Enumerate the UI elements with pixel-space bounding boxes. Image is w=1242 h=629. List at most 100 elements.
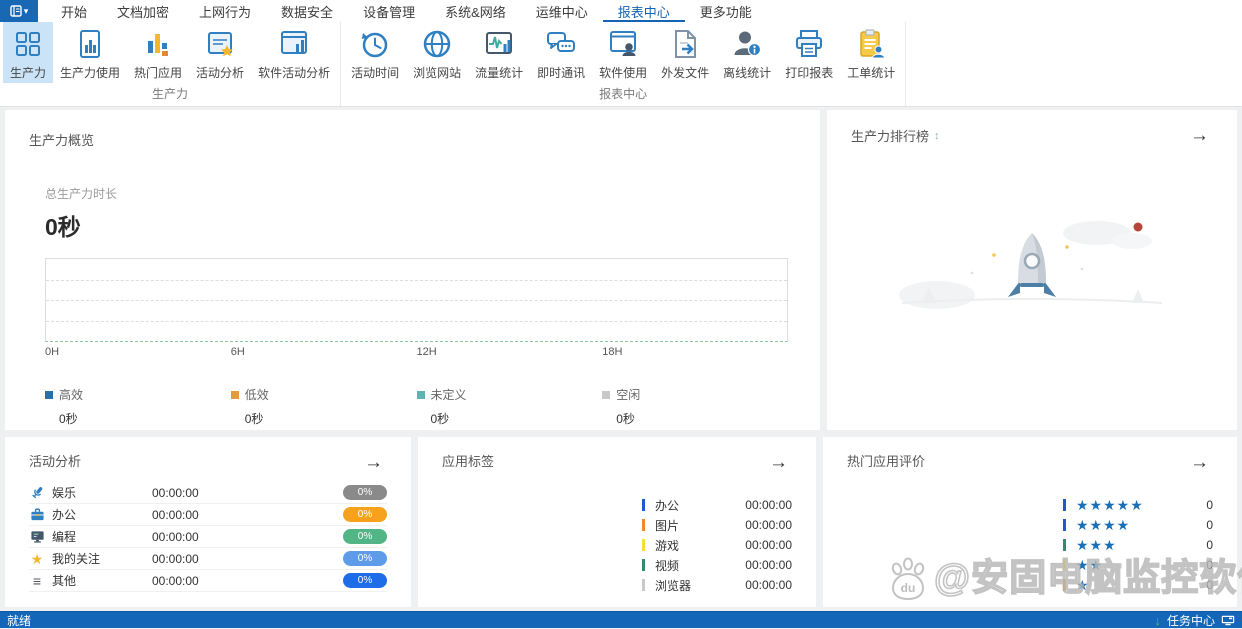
ribbon-group-label: 生产力 [152, 87, 189, 101]
task-center-button[interactable]: ↓ 任务中心 [1154, 612, 1235, 629]
ribbon-toolbar: 生产力 生产力使用 热门应用 活动分析 软件活动分析 生产力 活动时间 浏览网站… [0, 22, 1242, 107]
legend-item-idle[interactable]: 空闲 0秒 [602, 386, 788, 427]
ribbon-item-activity-analysis[interactable]: 活动分析 [189, 22, 251, 83]
rating-row-1-star[interactable]: ★ 0 [1063, 575, 1213, 595]
tag-label: 游戏 [655, 538, 680, 553]
menu-tab-web-behavior[interactable]: 上网行为 [184, 0, 266, 22]
monitor-code-icon [29, 529, 45, 545]
ribbon-item-productivity[interactable]: 生产力 [3, 22, 54, 83]
menu-tab-doc-encryption[interactable]: 文档加密 [102, 0, 184, 22]
five-star-icon: ★★★★★ [1076, 497, 1144, 513]
ribbon-item-productivity-usage[interactable]: 生产力使用 [53, 22, 127, 83]
ribbon-item-software-usage[interactable]: 软件使用 [592, 22, 654, 83]
activity-time: 00:00:00 [152, 485, 199, 500]
activity-percent-badge: 0% [343, 573, 387, 588]
ribbon-item-label: 外发文件 [661, 66, 710, 80]
legend-item-inefficient[interactable]: 低效 0秒 [230, 386, 417, 427]
task-center-label: 任务中心 [1166, 613, 1215, 628]
ribbon-item-label: 工单统计 [847, 66, 896, 80]
monitor-icon [1221, 615, 1235, 625]
printer-icon [792, 25, 826, 63]
ribbon-item-activity-time[interactable]: 活动时间 [344, 22, 406, 83]
menu-tab-start[interactable]: 开始 [46, 0, 102, 22]
activity-time: 00:00:00 [152, 551, 199, 566]
chart-gridline [46, 320, 787, 322]
grid-icon [11, 25, 45, 63]
tag-color-bar [642, 519, 645, 531]
legend-value: 0秒 [244, 412, 264, 426]
microphone-icon [29, 485, 45, 501]
rating-row-3-star[interactable]: ★★★ 0 [1063, 535, 1213, 555]
rating-row-5-star[interactable]: ★★★★★ 0 [1063, 495, 1213, 515]
legend-label: 高效 [59, 388, 84, 402]
sort-icon[interactable]: ↕ [934, 130, 940, 142]
rating-color-bar [1063, 559, 1066, 571]
activity-time: 00:00:00 [152, 573, 199, 588]
ribbon-item-browse-websites[interactable]: 浏览网站 [406, 22, 468, 83]
dashboard-content: 生产力概览 总生产力时长 0秒 0H 6H 12H 18H 高效 0秒 低效 0… [0, 107, 1242, 610]
rating-color-bar [1063, 499, 1066, 511]
empty-state-rocket-illustration [851, 203, 1213, 323]
menu-tabs: 开始 文档加密 上网行为 数据安全 设备管理 系统&网络 运维中心 报表中心 更… [46, 0, 767, 22]
app-menu-button[interactable]: ▾ [0, 0, 38, 22]
ribbon-item-work-order-stats[interactable]: 工单统计 [840, 22, 902, 83]
legend-item-efficient[interactable]: 高效 0秒 [45, 386, 231, 427]
legend-swatch [45, 390, 53, 399]
activity-row-programming: 编程 00:00:00 0% [29, 526, 387, 548]
x-tick: 18H [602, 346, 623, 358]
globe-icon [420, 25, 454, 63]
ribbon-group-productivity: 生产力 生产力使用 热门应用 活动分析 软件活动分析 生产力 [0, 22, 342, 106]
window-person-icon [606, 25, 640, 63]
tag-label: 办公 [655, 498, 680, 513]
activity-percent-badge: 0% [343, 551, 387, 566]
legend-item-undefined[interactable]: 未定义 0秒 [416, 386, 603, 427]
app-tag-row-pictures[interactable]: 图片 00:00:00 [642, 515, 792, 535]
ribbon-item-label: 生产力 [10, 66, 47, 80]
ribbon-item-offline-stats[interactable]: 离线统计 [716, 22, 778, 83]
open-activity-arrow-icon[interactable]: → [364, 453, 383, 472]
app-tag-row-office[interactable]: 办公 00:00:00 [642, 495, 792, 515]
productivity-ranking-panel: 生产力排行榜 ↕ → [827, 110, 1237, 430]
ribbon-item-outgoing-files[interactable]: 外发文件 [654, 22, 716, 83]
menu-tab-ops-center[interactable]: 运维中心 [521, 0, 603, 22]
total-productivity-value: 0秒 [45, 214, 81, 240]
menu-tab-system-network[interactable]: 系统&网络 [430, 0, 521, 22]
tag-time: 00:00:00 [745, 558, 792, 572]
app-tag-row-video[interactable]: 视频 00:00:00 [642, 555, 792, 575]
traffic-chart-icon [482, 25, 516, 63]
ribbon-item-instant-messaging[interactable]: 即时通讯 [530, 22, 592, 83]
legend-swatch [602, 390, 611, 399]
menu-tab-device-mgmt[interactable]: 设备管理 [348, 0, 430, 22]
clipboard-person-icon [854, 25, 888, 63]
open-ranking-arrow-icon[interactable]: → [1190, 126, 1209, 145]
ribbon-item-label: 生产力使用 [60, 66, 121, 80]
activity-time: 00:00:00 [152, 529, 199, 544]
rating-row-2-star[interactable]: ★★ 0 [1063, 555, 1213, 575]
rating-count: 0 [1206, 558, 1213, 572]
menu-tab-data-security[interactable]: 数据安全 [266, 0, 348, 22]
ribbon-item-print-report[interactable]: 打印报表 [778, 22, 840, 83]
productivity-timeline-chart [45, 258, 788, 342]
legend-value: 0秒 [616, 412, 635, 426]
download-arrow-icon: ↓ [1154, 612, 1161, 628]
open-ratings-arrow-icon[interactable]: → [1190, 453, 1209, 472]
ribbon-item-hot-apps[interactable]: 热门应用 [127, 22, 189, 83]
app-tag-row-browser[interactable]: 浏览器 00:00:00 [642, 575, 792, 595]
ribbon-item-traffic-stats[interactable]: 流量统计 [468, 22, 530, 83]
ribbon-item-software-activity[interactable]: 软件活动分析 [251, 22, 337, 83]
rating-color-bar [1063, 579, 1066, 591]
menu-tab-report-center[interactable]: 报表中心 [603, 0, 685, 22]
ribbon-item-label: 即时通讯 [537, 66, 586, 80]
ribbon-group-report-center: 活动时间 浏览网站 流量统计 即时通讯 软件使用 外发文件 离线统计 打印报表 … [341, 22, 907, 106]
rating-row-4-star[interactable]: ★★★★ 0 [1063, 515, 1213, 535]
panel-title: 应用标签 [442, 454, 495, 469]
menu-tab-more[interactable]: 更多功能 [685, 0, 767, 22]
activity-percent-badge: 0% [343, 507, 387, 522]
ribbon-item-label: 打印报表 [785, 66, 834, 80]
chart-gridline [46, 300, 787, 301]
document-star-icon [203, 25, 237, 63]
open-app-tags-arrow-icon[interactable]: → [769, 453, 788, 472]
tag-color-bar [642, 539, 645, 551]
app-tag-row-games[interactable]: 游戏 00:00:00 [642, 535, 792, 555]
hot-app-ratings-panel: 热门应用评价 → ★★★★★ 0 ★★★★ 0 ★★★ 0 ★★ 0 ★ 0 [823, 437, 1237, 607]
